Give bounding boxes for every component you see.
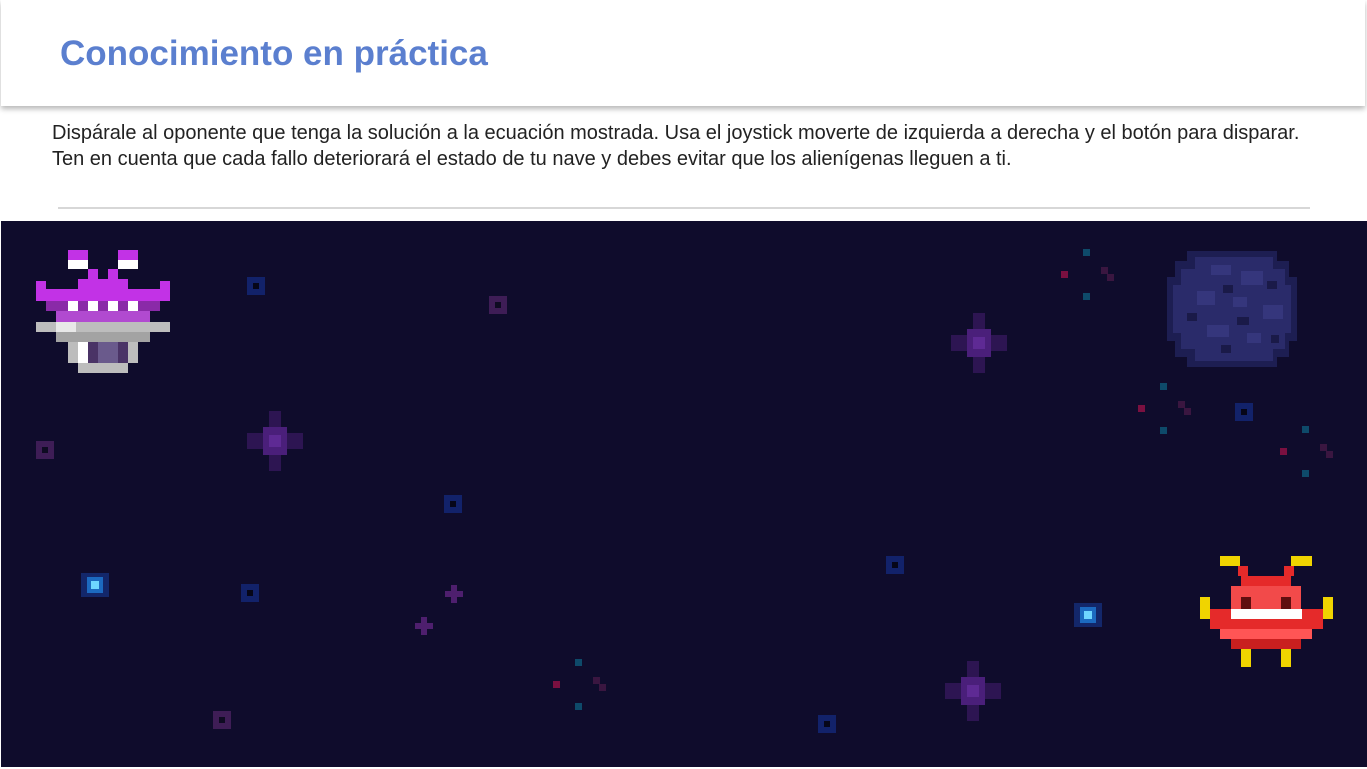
purple-alien-ufo-icon[interactable] xyxy=(36,250,170,373)
divider xyxy=(58,207,1310,209)
planet-icon xyxy=(1167,251,1297,367)
game-scene xyxy=(36,249,1333,733)
game-canvas[interactable] xyxy=(1,221,1367,767)
square-stars xyxy=(36,277,1253,733)
blue-glow-stars xyxy=(81,573,1102,627)
instructions-text: Dispárale al oponente que tenga la soluc… xyxy=(52,122,1300,170)
header-bar: Conocimiento en práctica xyxy=(1,0,1365,106)
cross-sparkles xyxy=(247,313,1007,721)
page-title: Conocimiento en práctica xyxy=(60,34,488,73)
red-alien-invader-icon[interactable] xyxy=(1200,556,1333,667)
plus-stars xyxy=(415,585,463,635)
